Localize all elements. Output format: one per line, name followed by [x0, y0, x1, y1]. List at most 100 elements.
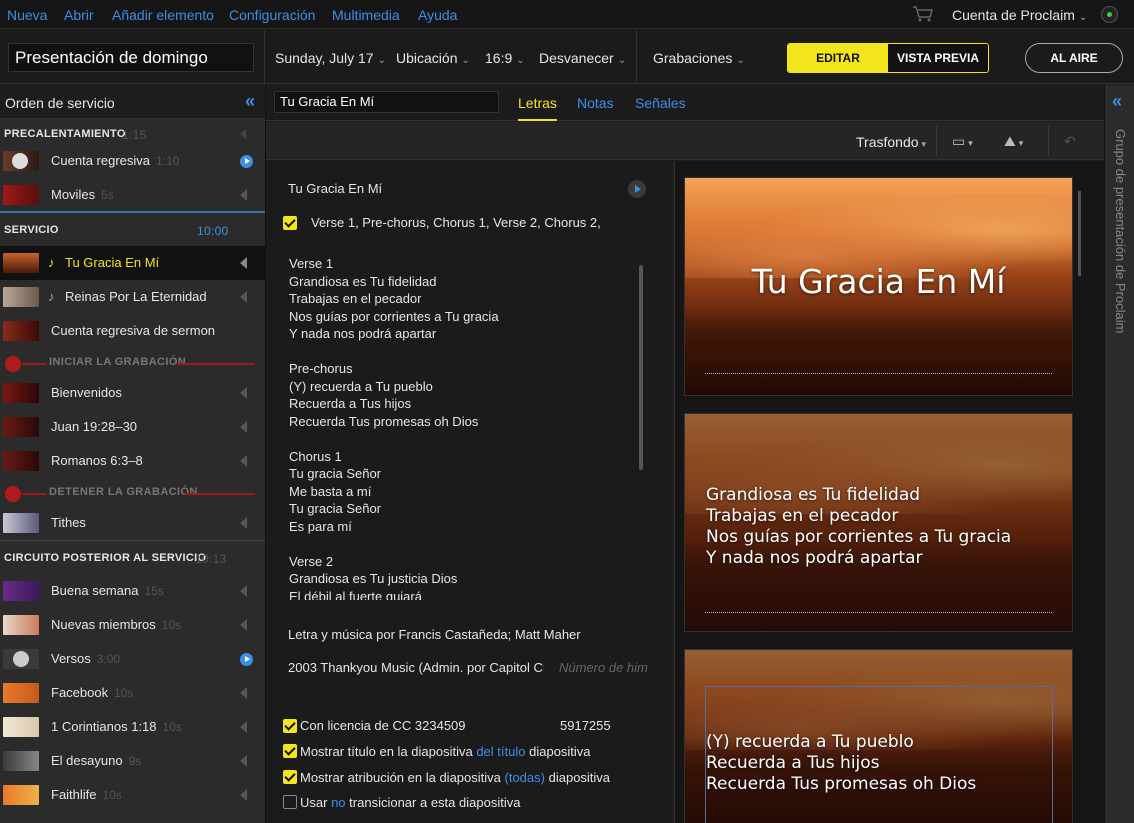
preview-scrollbar[interactable]: [1078, 191, 1081, 276]
section-service[interactable]: SERVICIO 10:00: [0, 213, 265, 247]
title-slide-link[interactable]: del título: [476, 744, 525, 759]
license-number[interactable]: 3234509: [415, 718, 466, 733]
edit-mode-button[interactable]: EDITAR: [788, 44, 888, 72]
divider: [936, 126, 937, 156]
text-box-icon[interactable]: ▭ ▾: [952, 133, 973, 150]
item-label: Juan 19:28–30: [51, 419, 138, 434]
collapse-right-icon[interactable]: «: [1112, 91, 1122, 112]
authors-field[interactable]: Letra y música por Francis Castañeda; Ma…: [288, 627, 581, 642]
slide-thumbnail: [3, 417, 39, 437]
tab-lyrics[interactable]: Letras: [518, 95, 557, 121]
menu-configuracion[interactable]: Configuración: [229, 7, 315, 23]
item-duration: 9s: [128, 754, 142, 768]
collapse-left-icon[interactable]: «: [245, 91, 255, 112]
lyrics-scrollbar[interactable]: [639, 265, 643, 470]
slide-thumbnail: [3, 751, 39, 771]
section-post-service[interactable]: CIRCUITO POSTERIOR AL SERVICIO 10:13: [0, 541, 265, 575]
menu-anadir-elemento[interactable]: Añadir elemento: [112, 7, 214, 23]
copyright-field[interactable]: 2003 Thankyou Music (Admin. por Capitol …: [288, 660, 544, 675]
song-order-field[interactable]: Verse 1, Pre-chorus, Chorus 1, Verse 2, …: [311, 215, 601, 230]
location-label: Ubicación: [396, 50, 458, 66]
cart-icon[interactable]: [912, 5, 934, 23]
slide-thumbnail-prechorus[interactable]: (Y) recuerda a Tu pueblo Recuerda a Tus …: [684, 649, 1073, 823]
service-order-sidebar: Orden de servicio « PRECALENTAMIENTO 1:1…: [0, 85, 266, 823]
item-name-input[interactable]: Tu Gracia En Mí: [274, 91, 499, 113]
on-air-button[interactable]: AL AIRE: [1025, 43, 1123, 73]
item-label: Facebook: [51, 685, 109, 700]
tab-signals[interactable]: Señales: [635, 95, 686, 111]
location-dropdown[interactable]: Ubicación ⌄: [396, 50, 470, 66]
all-slides-link[interactable]: (todas): [505, 770, 545, 785]
play-circle-icon[interactable]: [240, 653, 253, 666]
list-item[interactable]: Buena semana 15s: [0, 574, 265, 608]
no-transition-checkbox[interactable]: [283, 795, 297, 809]
presentation-group-label[interactable]: Grupo de presentación de Proclaim: [1113, 129, 1128, 334]
license-checkbox[interactable]: [283, 719, 297, 733]
connection-status-icon[interactable]: [1101, 6, 1118, 23]
song-title-field[interactable]: Tu Gracia En Mí: [288, 181, 382, 196]
lyrics-textarea[interactable]: Verse 1 Grandiosa es Tu fidelidad Trabaj…: [289, 255, 629, 600]
list-item[interactable]: 1 Corintianos 1:18 10s: [0, 710, 265, 744]
list-item[interactable]: ♪ Reinas Por La Eternidad: [0, 280, 265, 314]
divider: [22, 363, 46, 365]
item-duration: 15s: [144, 584, 164, 598]
aspect-ratio-dropdown[interactable]: 16:9 ⌄: [485, 50, 525, 66]
play-circle-icon[interactable]: [240, 155, 253, 168]
play-circle-icon[interactable]: [628, 180, 646, 198]
lyrics-editor: Tu Gracia En Mí Verse 1, Pre-chorus, Cho…: [266, 161, 672, 823]
no-link[interactable]: no: [331, 795, 345, 810]
speaker-icon: [240, 517, 247, 529]
slide-thumbnail: [3, 185, 39, 205]
list-item[interactable]: El desayuno 9s: [0, 744, 265, 778]
account-label: Cuenta de Proclaim: [952, 7, 1075, 23]
tab-notes[interactable]: Notas: [577, 95, 614, 111]
list-item[interactable]: Facebook 10s: [0, 676, 265, 710]
show-attribution-checkbox[interactable]: [283, 770, 297, 784]
start-recording-label: INICIAR LA GRABACIÓN: [49, 356, 187, 368]
section-duration: 10:13: [195, 552, 227, 566]
recordings-dropdown[interactable]: Grabaciones ⌄: [653, 50, 745, 66]
slide-thumbnail: [3, 717, 39, 737]
slide-thumbnail: [3, 785, 39, 805]
menu-nueva[interactable]: Nueva: [7, 7, 47, 23]
item-label: Cuenta regresiva: [51, 153, 150, 168]
list-item[interactable]: Versos 3:00: [0, 642, 265, 676]
background-dropdown[interactable]: Trasfondo ▾: [856, 134, 926, 150]
speaker-icon: [240, 789, 247, 801]
speaker-icon: [240, 619, 247, 631]
song-number[interactable]: 5917255: [560, 718, 611, 733]
menu-ayuda[interactable]: Ayuda: [418, 7, 457, 23]
image-icon[interactable]: ⛰ ▾: [1004, 133, 1023, 150]
option-label: Mostrar título en la diapositiva: [300, 744, 473, 759]
list-item[interactable]: Cuenta regresiva de sermon: [0, 314, 265, 348]
slide-thumbnail-verse[interactable]: Grandiosa es Tu fidelidad Trabajas en el…: [684, 413, 1073, 632]
menu-abrir[interactable]: Abrir: [64, 7, 94, 23]
slide-thumbnail-title[interactable]: Tu Gracia En Mí: [684, 177, 1073, 396]
start-recording-marker[interactable]: INICIAR LA GRABACIÓN: [0, 348, 265, 378]
list-item[interactable]: Juan 19:28–30: [0, 410, 265, 444]
chevron-down-icon: ⌄: [461, 55, 470, 66]
presentation-title-input[interactable]: Presentación de domingo: [8, 43, 254, 72]
list-item[interactable]: Faithlife 10s: [0, 778, 265, 812]
item-duration: 3:00: [96, 652, 121, 666]
undo-icon[interactable]: ↶: [1064, 133, 1076, 150]
show-title-checkbox[interactable]: [283, 744, 297, 758]
speaker-icon: [240, 421, 247, 433]
list-item-selected[interactable]: ♪ Tu Gracia En Mí: [0, 246, 265, 280]
list-item[interactable]: Romanos 6:3–8: [0, 444, 265, 478]
menu-multimedia[interactable]: Multimedia: [332, 7, 400, 23]
list-item[interactable]: Nuevas miembros 10s: [0, 608, 265, 642]
list-item[interactable]: Bienvenidos: [0, 376, 265, 410]
order-checkbox[interactable]: [283, 216, 297, 230]
list-item[interactable]: Cuenta regresiva 1:10: [0, 144, 265, 178]
list-item[interactable]: Tithes: [0, 506, 265, 540]
date-dropdown[interactable]: Sunday, July 17 ⌄: [275, 50, 386, 66]
account-menu[interactable]: Cuenta de Proclaim ⌄: [952, 7, 1087, 23]
preview-mode-button[interactable]: VISTA PREVIA: [888, 44, 988, 72]
transition-dropdown[interactable]: Desvanecer ⌄: [539, 50, 626, 66]
divider: [185, 493, 255, 495]
slide-title-text: Tu Gracia En Mí: [751, 262, 1006, 301]
stop-recording-marker[interactable]: DETENER LA GRABACIÓN: [0, 478, 265, 508]
list-item[interactable]: Moviles 5s: [0, 178, 265, 212]
hymn-number-input[interactable]: Número de him: [559, 660, 648, 675]
